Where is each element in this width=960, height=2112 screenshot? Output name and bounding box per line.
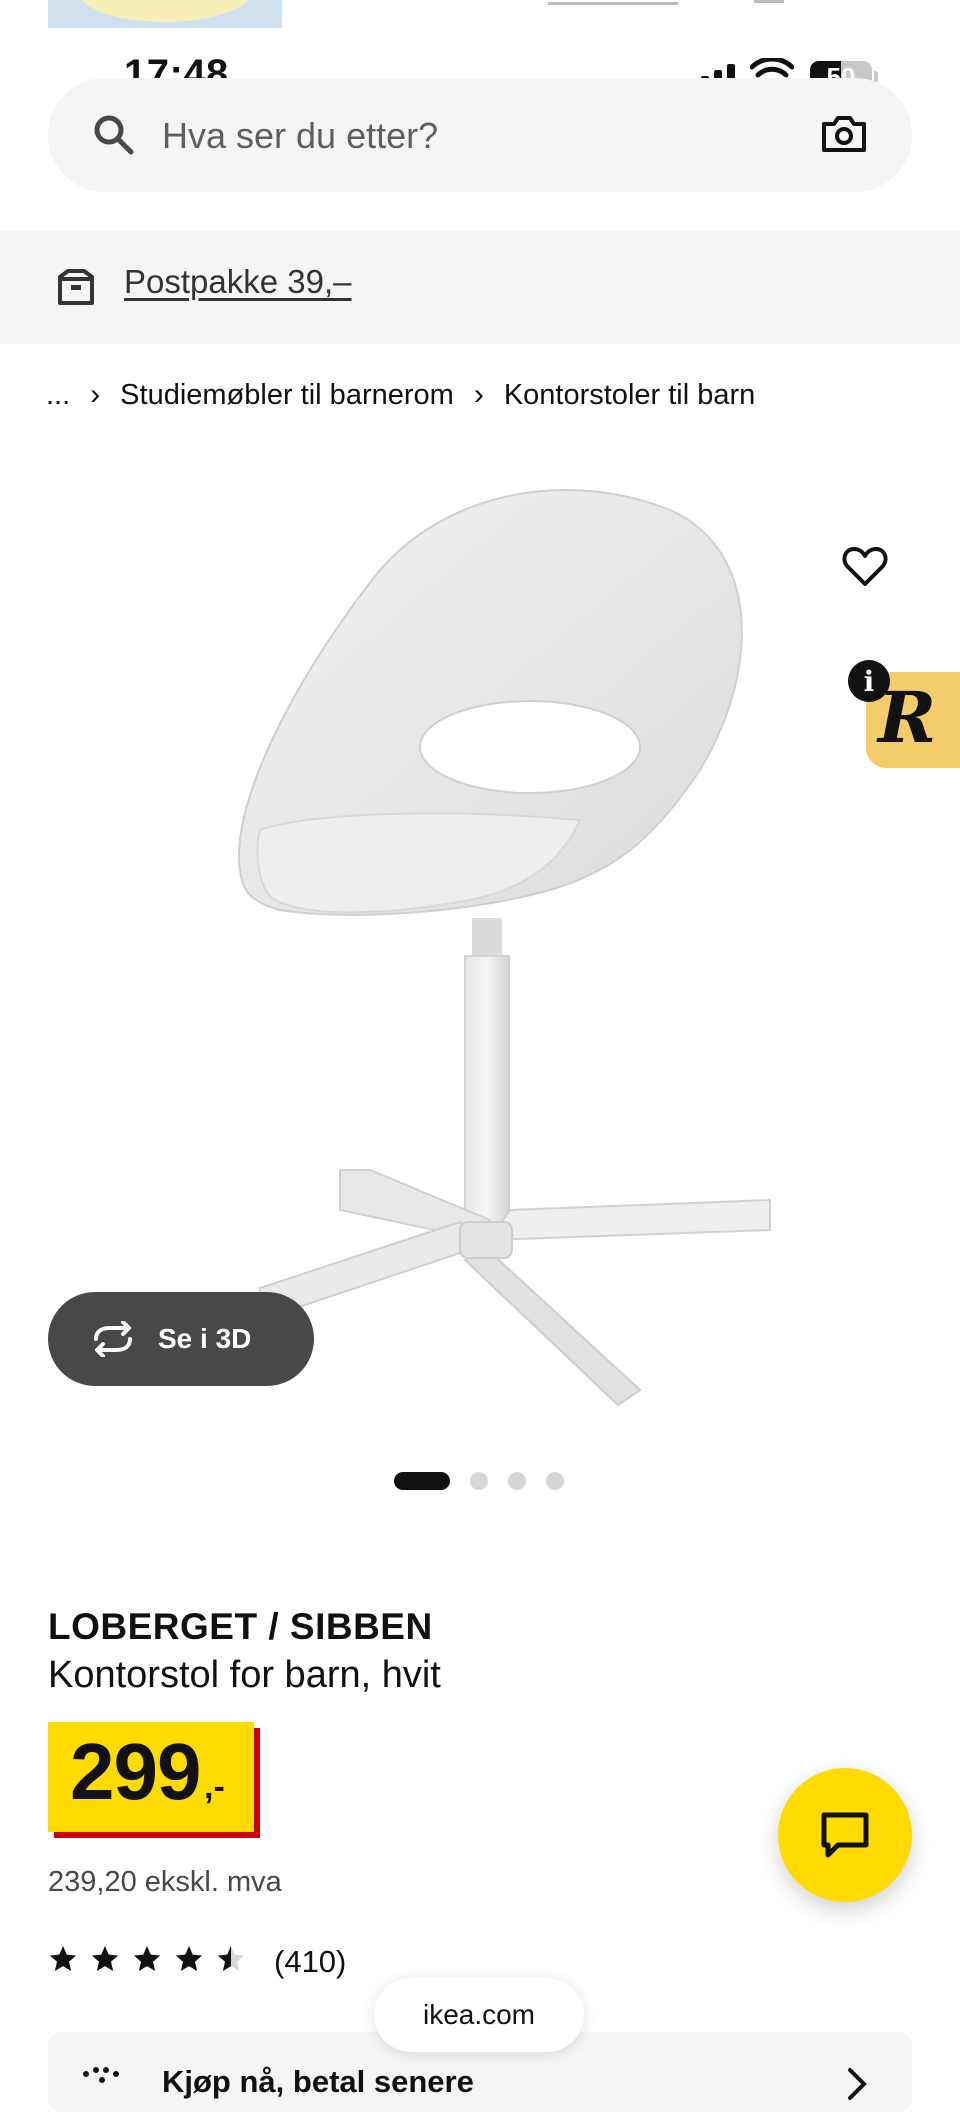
chevron-right-icon: › bbox=[473, 378, 484, 411]
search-input[interactable] bbox=[162, 108, 782, 164]
star-icon bbox=[49, 1945, 77, 1971]
review-count[interactable]: (410) bbox=[274, 1944, 346, 1980]
view-in-3d-label: Se i 3D bbox=[158, 1323, 252, 1354]
rotate-3d-icon bbox=[94, 1321, 132, 1357]
previous-thumbnail bbox=[48, 0, 282, 28]
star-icon bbox=[91, 1945, 119, 1971]
search-icon[interactable] bbox=[92, 113, 136, 157]
camera-icon[interactable] bbox=[820, 114, 868, 154]
star-icon bbox=[133, 1945, 161, 1971]
previous-content-fragment bbox=[754, 0, 784, 3]
price-main: 299 bbox=[70, 1727, 201, 1816]
carousel-dot[interactable] bbox=[546, 1472, 564, 1490]
image-carousel-indicator bbox=[394, 1472, 564, 1490]
star-icon bbox=[175, 1945, 203, 1971]
payment-icon bbox=[83, 2067, 119, 2083]
chevron-right-icon: › bbox=[90, 378, 101, 411]
carousel-dot[interactable] bbox=[508, 1472, 526, 1490]
star-half-icon bbox=[217, 1945, 245, 1971]
breadcrumb: ... › Studiemøbler til barnerom › Kontor… bbox=[46, 378, 755, 412]
payment-option-label: Kjøp nå, betal senere bbox=[162, 2064, 474, 2099]
chevron-right-icon bbox=[848, 2068, 867, 2100]
view-in-3d-button[interactable]: Se i 3D bbox=[48, 1292, 314, 1386]
breadcrumb-item-study-furniture[interactable]: Studiemøbler til barnerom bbox=[120, 379, 454, 412]
product-name: LOBERGET / SIBBEN bbox=[48, 1606, 433, 1647]
previous-content-fragment bbox=[548, 0, 678, 5]
chat-icon bbox=[821, 1812, 869, 1858]
carousel-dot[interactable] bbox=[470, 1472, 488, 1490]
price-suffix: ,- bbox=[204, 1768, 225, 1806]
price-excl-vat: 239,20 ekskl. mva bbox=[48, 1866, 282, 1898]
product-image[interactable] bbox=[220, 470, 780, 1430]
heart-icon[interactable] bbox=[842, 546, 888, 588]
info-icon[interactable]: i bbox=[848, 660, 890, 702]
breadcrumb-ellipsis[interactable]: ... bbox=[46, 379, 70, 412]
rating-stars[interactable] bbox=[48, 1944, 246, 1974]
product-description: Kontorstol for barn, hvit bbox=[48, 1654, 441, 1696]
chat-button[interactable] bbox=[778, 1768, 912, 1902]
breadcrumb-item-kids-office-chairs[interactable]: Kontorstoler til barn bbox=[504, 379, 755, 412]
carousel-dot-active[interactable] bbox=[394, 1472, 450, 1490]
delivery-link[interactable]: Postpakke 39,– bbox=[124, 263, 352, 301]
parcel-icon bbox=[58, 269, 94, 305]
browser-url-pill[interactable]: ikea.com bbox=[374, 1978, 584, 2052]
